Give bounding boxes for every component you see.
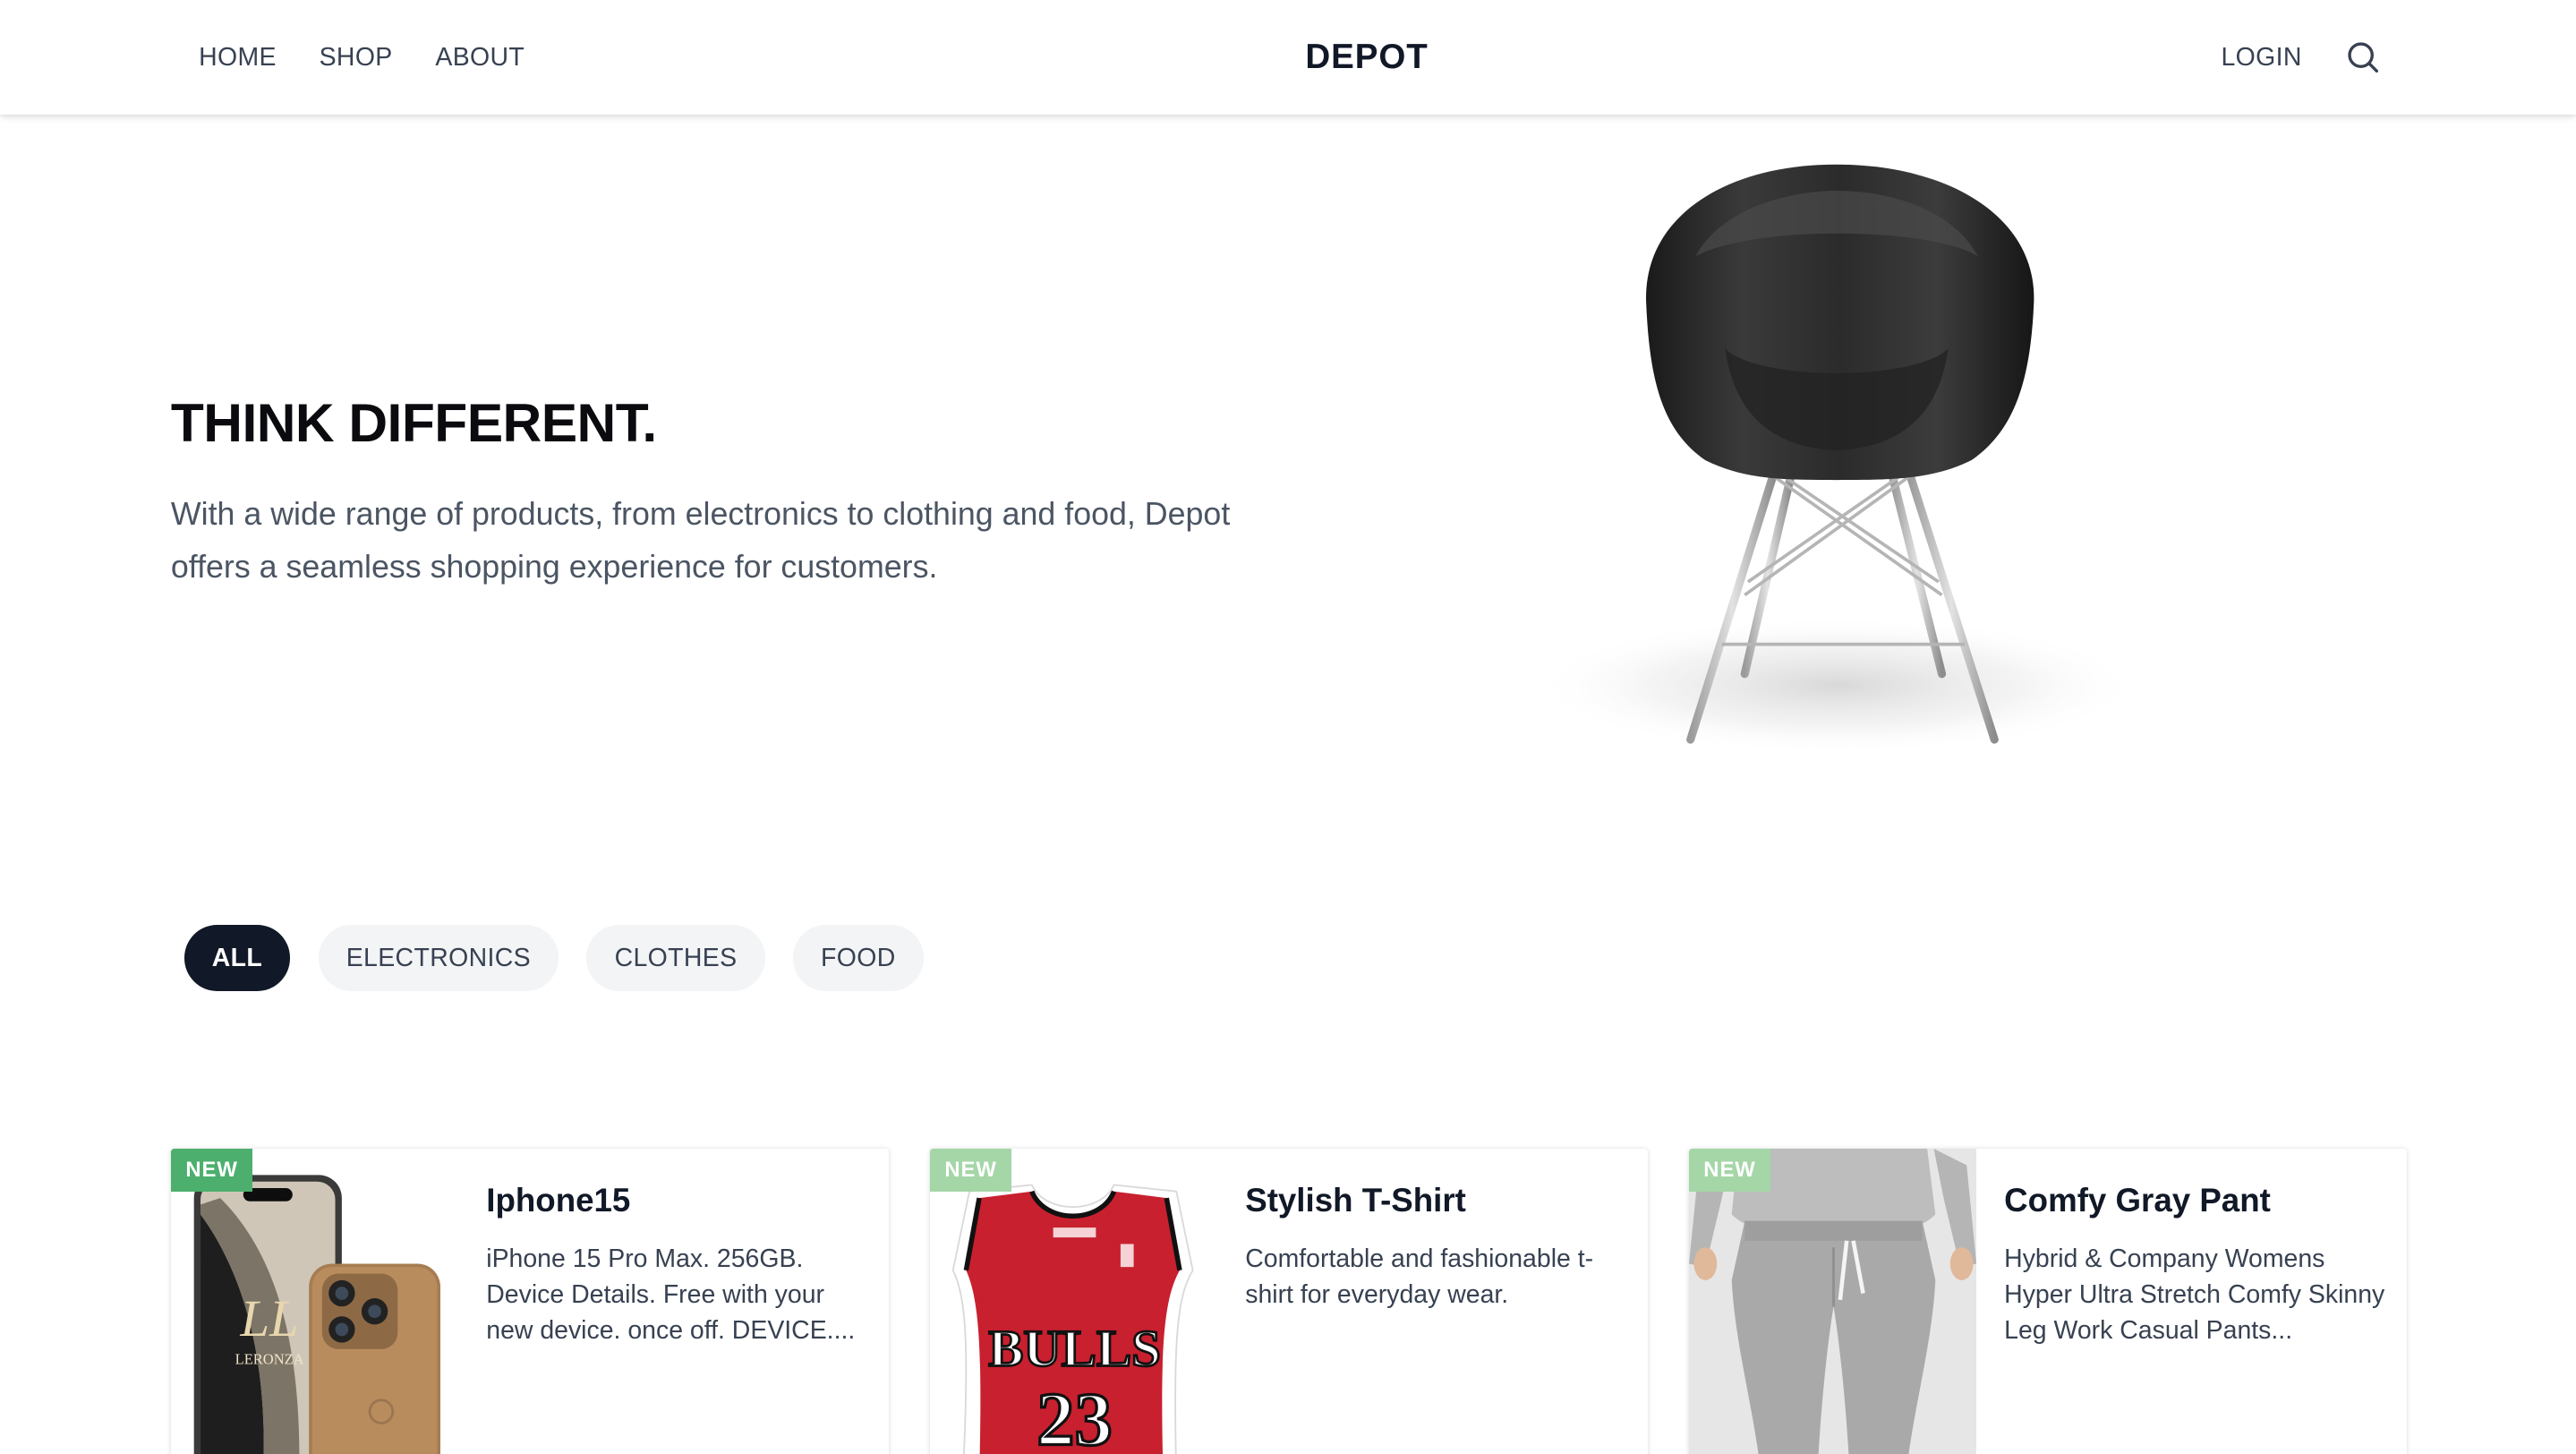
product-description: Comfortable and fashionable t-shirt for … xyxy=(1245,1244,1594,1310)
product-image-iphone: LERONZA LL xyxy=(170,1148,459,1454)
new-badge: NEW xyxy=(170,1148,253,1192)
new-badge: NEW xyxy=(929,1148,1012,1192)
product-title[interactable]: Stylish T-Shirt xyxy=(1245,1182,1466,1219)
nav-actions: LOGIN xyxy=(2221,0,2380,115)
hero-description: With a wide range of products, from elec… xyxy=(170,496,1231,585)
navbar: HOME SHOP ABOUT DEPOT LOGIN xyxy=(0,0,2576,115)
product-image-pants xyxy=(1688,1148,1976,1454)
category-filters: ALL ELECTRONICS CLOTHES FOOD xyxy=(183,925,924,991)
product-title[interactable]: Iphone15 xyxy=(486,1182,630,1219)
leronza-text: LERONZA xyxy=(235,1350,303,1367)
jersey-team-text: BULLS xyxy=(988,1319,1161,1377)
jersey-number-text: 23 xyxy=(1036,1378,1112,1454)
filter-clothes[interactable]: CLOTHES xyxy=(586,925,765,991)
login-link[interactable]: LOGIN xyxy=(2221,43,2301,73)
product-image-jersey: BULLS 23 xyxy=(929,1148,1218,1454)
svg-text:LL: LL xyxy=(239,1289,298,1347)
filter-food[interactable]: FOOD xyxy=(792,925,924,991)
product-card-tshirt[interactable]: BULLS 23 NEW Stylish T-Shirt Comfortable… xyxy=(929,1148,1648,1454)
filter-all[interactable]: ALL xyxy=(183,925,291,991)
brand-logo[interactable]: DEPOT xyxy=(0,0,2576,115)
product-description: iPhone 15 Pro Max. 256GB. Device Details… xyxy=(486,1244,856,1346)
product-card-iphone15[interactable]: LERONZA LL NEW Iphone15 iPhone 15 Pro Ma… xyxy=(170,1148,889,1454)
product-card-gray-pant[interactable]: NEW Comfy Gray Pant Hybrid & Company Wom… xyxy=(1688,1148,2407,1454)
search-icon[interactable] xyxy=(2345,39,2381,75)
filter-electronics[interactable]: ELECTRONICS xyxy=(318,925,559,991)
product-title[interactable]: Comfy Gray Pant xyxy=(2004,1182,2271,1219)
page: HOME SHOP ABOUT DEPOT LOGIN THINK DIFFER… xyxy=(0,0,2576,1454)
hero-title: THINK DIFFERENT. xyxy=(170,391,657,453)
hero-chair-image xyxy=(1532,164,2141,755)
new-badge: NEW xyxy=(1688,1148,1771,1192)
product-description: Hybrid & Company Womens Hyper Ultra Stre… xyxy=(2004,1244,2385,1346)
